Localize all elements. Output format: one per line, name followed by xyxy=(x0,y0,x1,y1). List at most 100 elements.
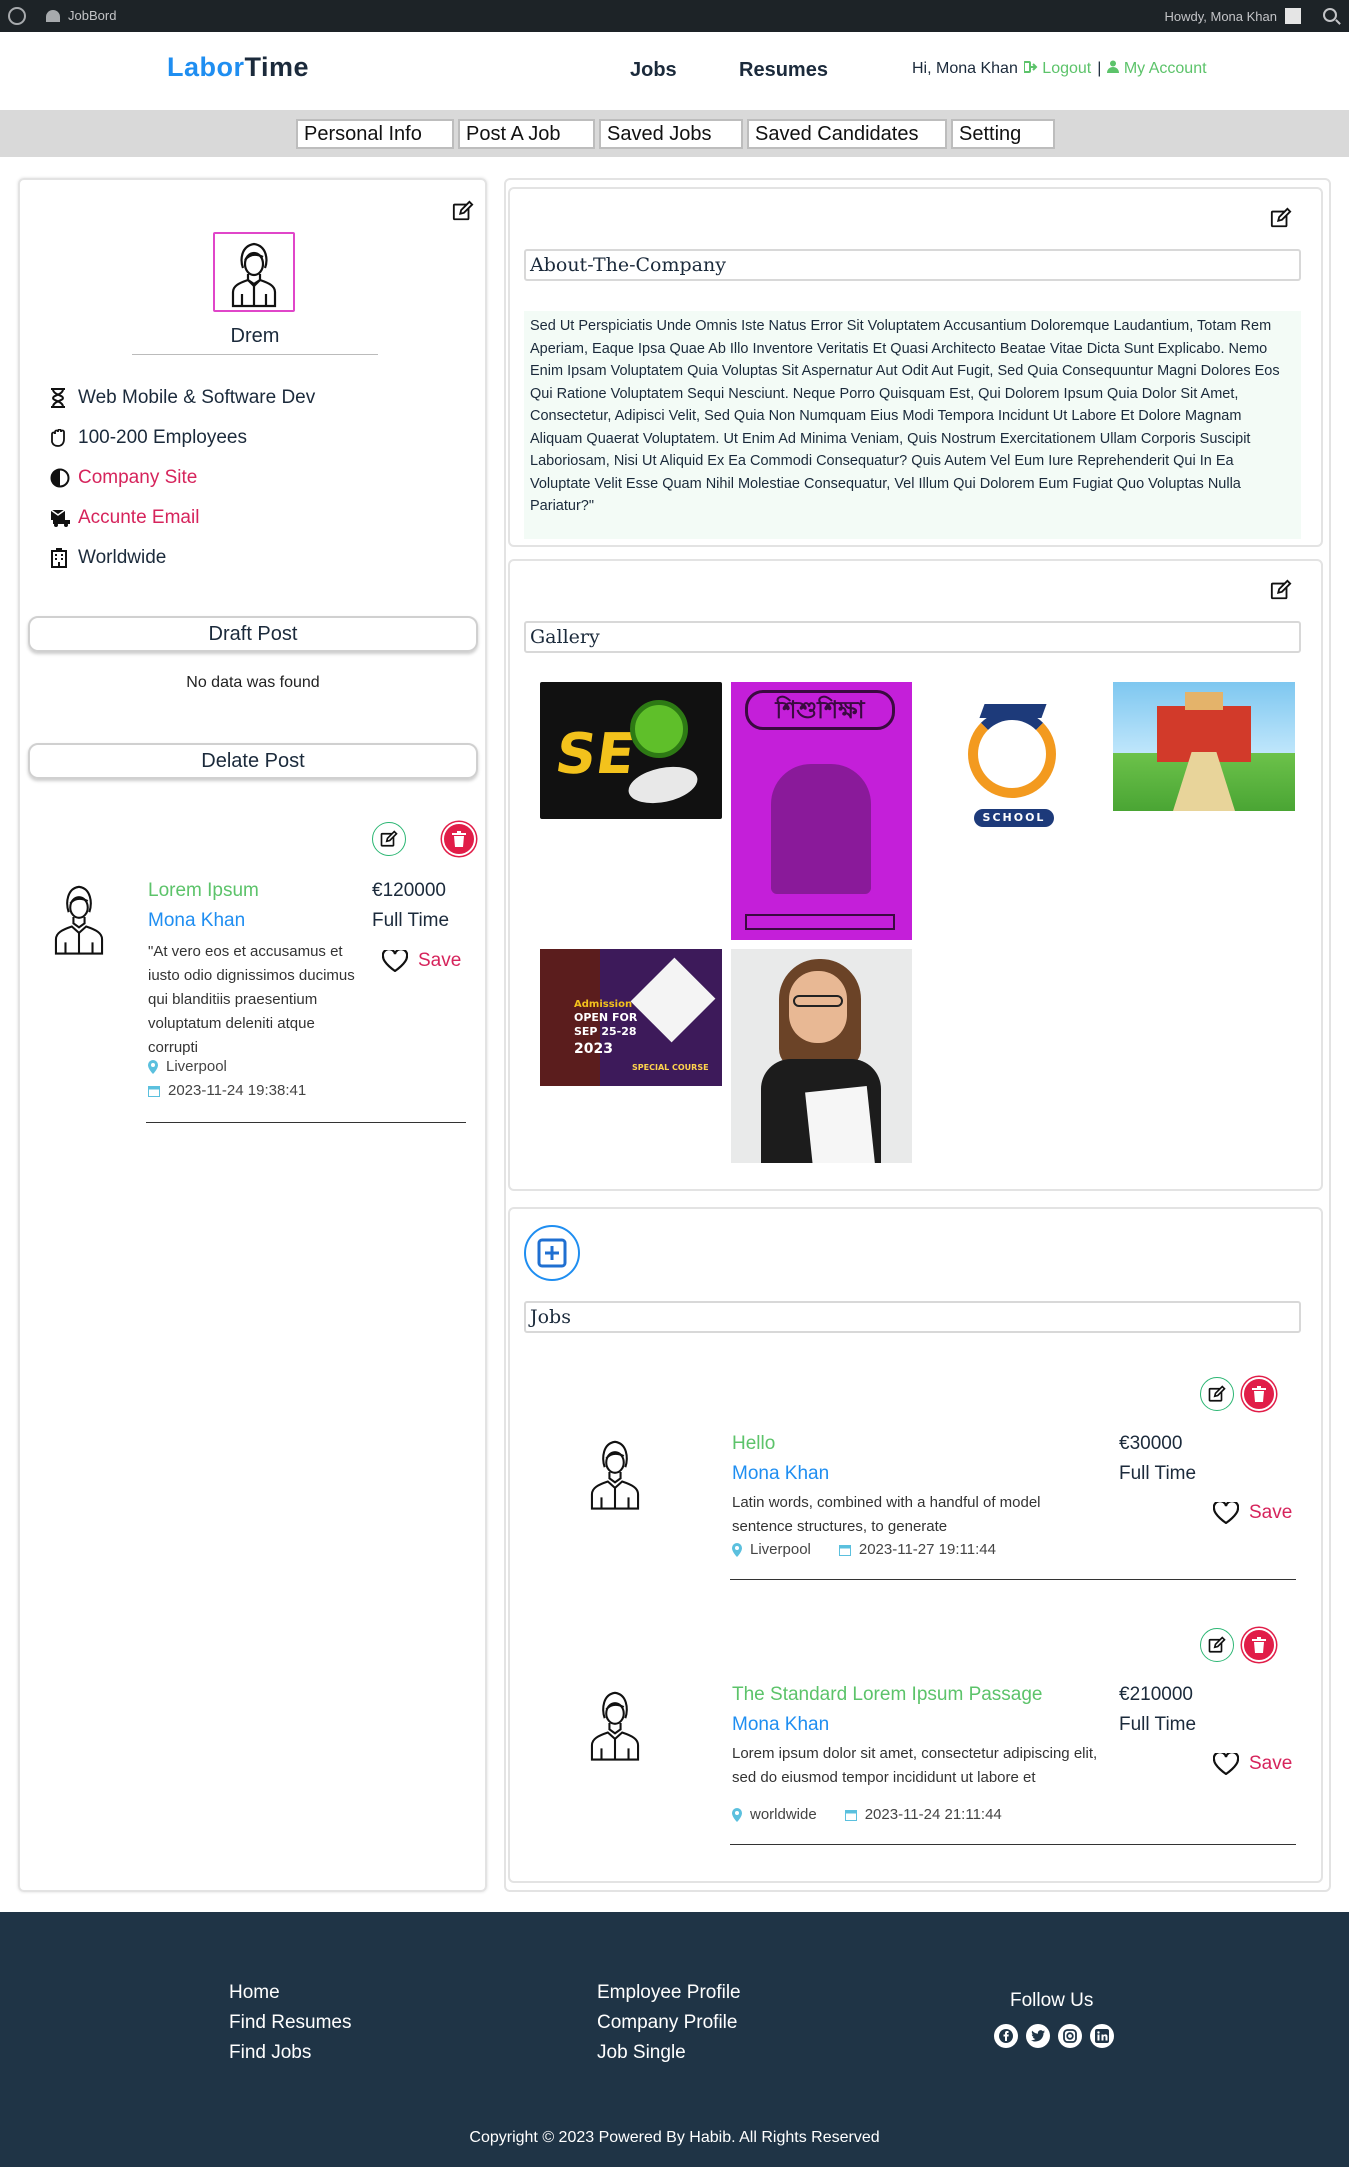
gallery-image-book[interactable]: শিশুশিক্ষা xyxy=(731,682,912,940)
greeting-text: Hi, Mona Khan xyxy=(912,60,1018,77)
gallery-image-school-building[interactable] xyxy=(1113,682,1295,811)
logo-part-2: Time xyxy=(244,52,310,82)
edit-gallery-icon[interactable] xyxy=(1270,579,1292,601)
admin-bar: JobBord Howdy, Mona Khan xyxy=(0,0,1349,32)
footer-link-find-resumes[interactable]: Find Resumes xyxy=(229,2012,352,2042)
gallery-image-school-logo[interactable]: SCHOOL xyxy=(922,682,1104,842)
wordpress-icon[interactable] xyxy=(8,7,26,25)
footer-link-employee-profile[interactable]: Employee Profile xyxy=(597,1982,741,2012)
site-logo[interactable]: LaborTime xyxy=(167,52,309,83)
hand-icon xyxy=(51,429,65,447)
edit-job-button[interactable] xyxy=(1200,1628,1234,1662)
job-salary: €210000 xyxy=(1119,1684,1193,1705)
heart-icon xyxy=(1213,1753,1239,1775)
poster-photo-frame xyxy=(630,957,716,1043)
person-icon xyxy=(590,1691,640,1761)
tab-setting[interactable]: Setting xyxy=(951,119,1055,149)
about-text: Sed Ut Perspiciatis Unde Omnis Iste Natu… xyxy=(524,311,1301,539)
person-icon xyxy=(231,242,277,308)
company-sidebar: Drem Web Mobile & Software Dev 100-200 E… xyxy=(18,178,487,1892)
site-footer: Home Find Resumes Find Jobs Employee Pro… xyxy=(0,1912,1349,2167)
nav-jobs-link[interactable]: Jobs xyxy=(630,59,677,82)
job-title[interactable]: Hello xyxy=(732,1433,775,1455)
delete-job-button[interactable] xyxy=(1242,1377,1276,1411)
save-job-button[interactable]: Save xyxy=(1213,1502,1292,1524)
my-account-link[interactable]: My Account xyxy=(1107,60,1207,78)
deleted-post-header[interactable]: Delate Post xyxy=(28,743,478,779)
footer-link-home[interactable]: Home xyxy=(229,1982,352,2012)
job-author[interactable]: Mona Khan xyxy=(148,910,245,932)
tab-saved-jobs[interactable]: Saved Jobs xyxy=(599,119,743,149)
trash-icon xyxy=(1252,1637,1266,1653)
job-location: Liverpool xyxy=(148,1058,227,1075)
half-circle-icon xyxy=(50,468,70,488)
tab-post-a-job[interactable]: Post A Job xyxy=(458,119,595,149)
info-location-text: Worldwide xyxy=(78,547,167,568)
company-info-list: Web Mobile & Software Dev 100-200 Employ… xyxy=(50,378,315,578)
facebook-icon[interactable] xyxy=(994,2024,1018,2048)
user-menu: Hi, Mona Khan Logout | My Account xyxy=(912,60,1207,78)
map-pin-icon xyxy=(732,1542,742,1557)
tab-saved-candidates[interactable]: Saved Candidates xyxy=(747,119,947,149)
linkedin-icon[interactable] xyxy=(1090,2024,1114,2048)
tab-personal-info[interactable]: Personal Info xyxy=(296,119,454,149)
gallery-image-seo[interactable]: SE xyxy=(540,682,722,819)
save-job-button[interactable]: Save xyxy=(1213,1753,1292,1775)
follow-us-heading: Follow Us xyxy=(1010,1990,1094,2011)
job-salary: €120000 xyxy=(372,880,446,901)
edit-profile-icon[interactable] xyxy=(452,200,474,222)
about-title: About-The-Company xyxy=(524,249,1301,281)
edit-job-button[interactable] xyxy=(372,822,406,856)
footer-link-job-single[interactable]: Job Single xyxy=(597,2042,741,2072)
poster-special-course: SPECIAL COURSE xyxy=(632,1063,709,1072)
info-category-text: Web Mobile & Software Dev xyxy=(78,387,316,408)
info-employees: 100-200 Employees xyxy=(50,418,315,458)
job-divider xyxy=(146,1122,466,1123)
poster-open-for: OPEN FOR xyxy=(574,1011,638,1024)
job-author[interactable]: Mona Khan xyxy=(732,1714,829,1736)
gallery-title: Gallery xyxy=(524,621,1301,653)
draft-empty-message: No data was found xyxy=(186,674,320,691)
save-label: Save xyxy=(1249,1502,1293,1523)
save-job-button[interactable]: Save xyxy=(382,950,461,972)
info-company-site[interactable]: Company Site xyxy=(50,458,315,498)
book-children-illustration xyxy=(771,764,871,894)
info-email[interactable]: Accunte Email xyxy=(50,498,315,538)
delete-job-button[interactable] xyxy=(442,822,476,856)
heart-icon xyxy=(382,950,408,972)
gallery-image-woman[interactable] xyxy=(731,949,912,1163)
footer-link-company-profile[interactable]: Company Profile xyxy=(597,2012,741,2042)
admin-account-link[interactable]: Howdy, Mona Khan xyxy=(1165,8,1301,24)
job-location-text: Liverpool xyxy=(750,1541,811,1558)
footer-link-find-jobs[interactable]: Find Jobs xyxy=(229,2042,352,2072)
search-icon[interactable] xyxy=(1323,8,1337,22)
map-pin-icon xyxy=(148,1059,158,1074)
job-type: Full Time xyxy=(372,910,450,931)
map-pin-icon xyxy=(732,1807,742,1822)
job-description: "At vero eos et accusamus et iusto odio … xyxy=(148,943,355,1056)
add-job-button[interactable] xyxy=(524,1225,580,1281)
edit-about-icon[interactable] xyxy=(1270,207,1292,229)
instagram-icon[interactable] xyxy=(1058,2024,1082,2048)
dashboard-tabbar: Personal Info Post A Job Saved Jobs Save… xyxy=(0,110,1349,157)
nav-resumes-link[interactable]: Resumes xyxy=(739,59,828,82)
company-avatar xyxy=(213,232,295,312)
job-meta-row: Liverpool 2023-11-27 19:11:44 xyxy=(732,1541,996,1558)
job-author[interactable]: Mona Khan xyxy=(732,1463,829,1485)
logout-link[interactable]: Logout xyxy=(1022,60,1091,78)
twitter-icon[interactable] xyxy=(1026,2024,1050,2048)
envelope-truck-icon xyxy=(50,509,70,527)
copyright-text: Copyright © 2023 Powered By Habib. All R… xyxy=(469,2129,880,2146)
admin-site-link[interactable]: JobBord xyxy=(46,8,116,23)
draft-post-header[interactable]: Draft Post xyxy=(28,616,478,652)
info-employees-text: 100-200 Employees xyxy=(78,427,247,448)
footer-links-2: Employee Profile Company Profile Job Sin… xyxy=(597,1982,741,2072)
job-title[interactable]: The Standard Lorem Ipsum Passage xyxy=(732,1684,1043,1706)
job-date-text: 2023-11-27 19:11:44 xyxy=(858,1541,996,1558)
book-title: শিশুশিক্ষা xyxy=(745,690,895,730)
job-title[interactable]: Lorem Ipsum xyxy=(148,880,259,902)
edit-job-button[interactable] xyxy=(1200,1377,1234,1411)
job-description: Latin words, combined with a handful of … xyxy=(732,1494,1041,1535)
gallery-image-admission-poster[interactable]: Admission OPEN FOR SEP 25-28 2023 SPECIA… xyxy=(540,949,722,1086)
delete-job-button[interactable] xyxy=(1242,1628,1276,1662)
